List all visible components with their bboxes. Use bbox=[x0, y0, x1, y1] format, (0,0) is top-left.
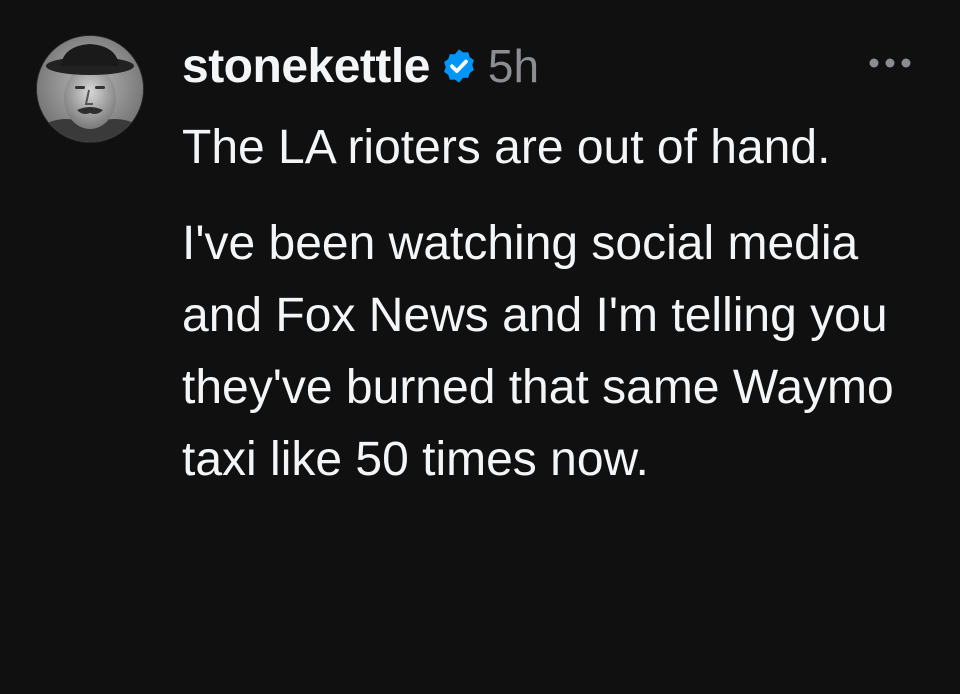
verified-badge-icon bbox=[440, 47, 478, 85]
post-body: The LA rioters are out of hand. I've bee… bbox=[182, 112, 942, 496]
more-options-button[interactable] bbox=[862, 46, 918, 80]
more-horizontal-icon bbox=[869, 58, 911, 68]
post-paragraph: I've been watching social media and Fox … bbox=[182, 217, 894, 486]
post-header: stonekettle 5h bbox=[182, 37, 539, 95]
username[interactable]: stonekettle bbox=[182, 39, 430, 94]
avatar-image bbox=[37, 36, 143, 142]
post-timestamp: 5h bbox=[487, 40, 540, 92]
post: stonekettle 5h The LA rioters are out of… bbox=[0, 0, 960, 694]
post-paragraph: The LA rioters are out of hand. bbox=[182, 121, 831, 174]
avatar[interactable] bbox=[37, 36, 143, 142]
